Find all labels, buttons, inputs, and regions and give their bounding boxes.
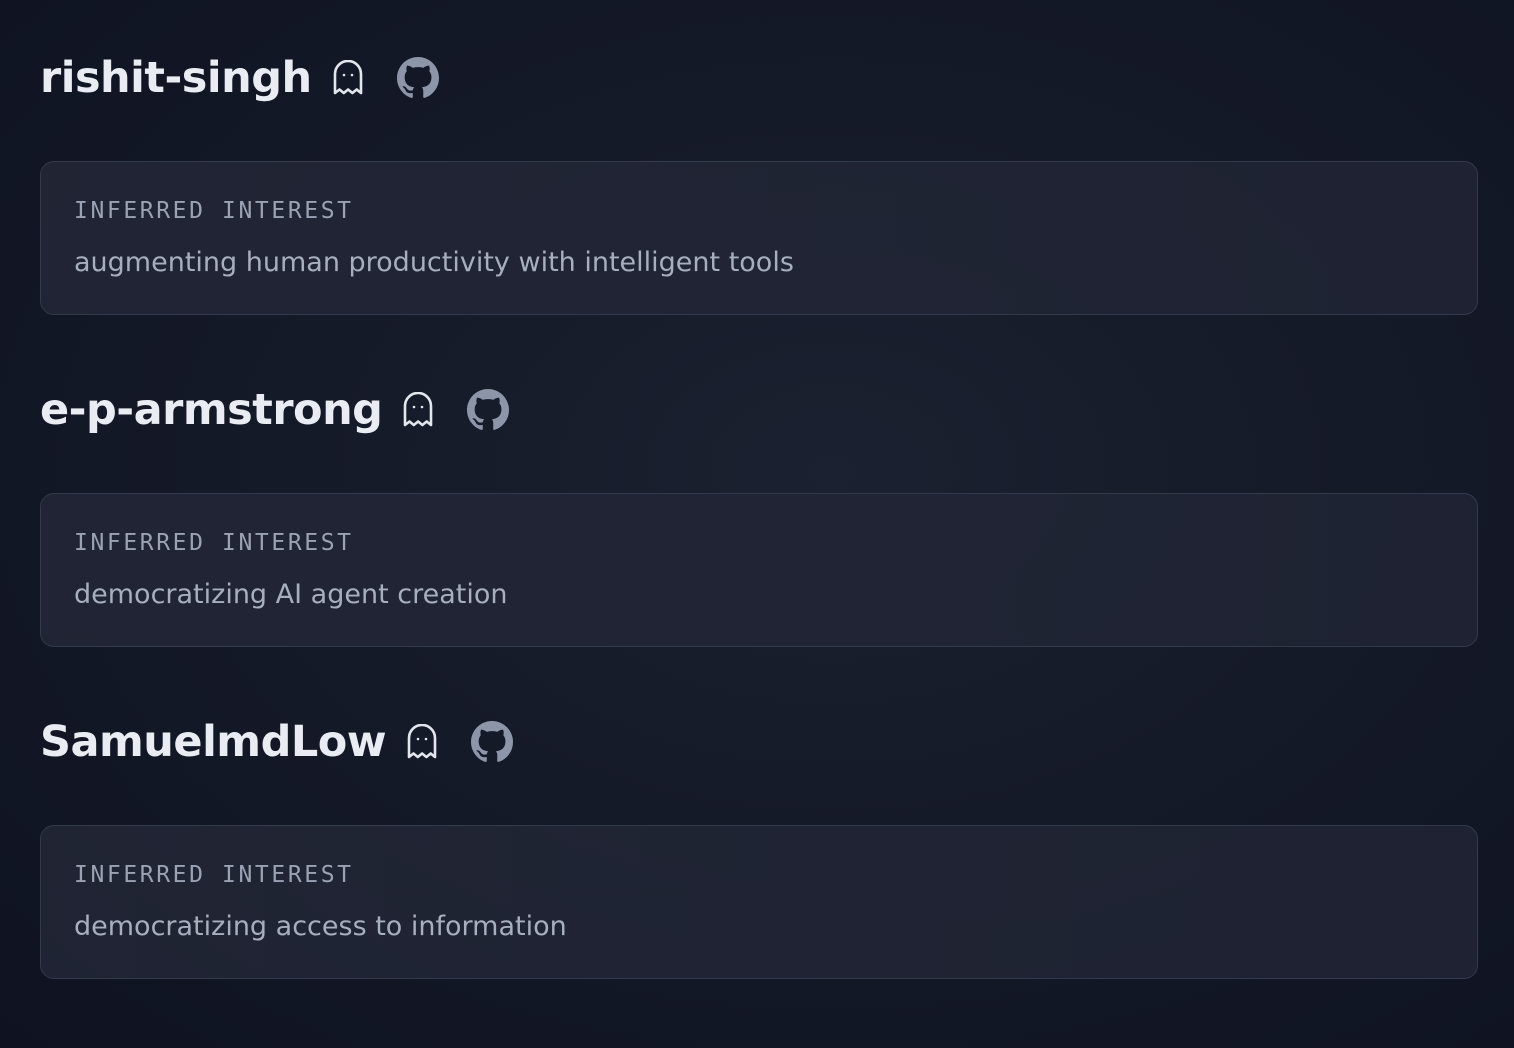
interest-text: democratizing access to information [74,911,567,942]
interest-card: INFERRED INTEREST democratizing access t… [40,825,1478,979]
interest-text: democratizing AI agent creation [74,579,508,610]
username: e-p-armstrong [40,385,383,435]
profile-section: SamuelmdLow INFERRED INTEREST democratiz… [40,712,1480,979]
username: SamuelmdLow [40,717,387,767]
profile-header: SamuelmdLow [40,712,1480,772]
profile-section: rishit-singh INFERRED INTEREST augmentin… [40,48,1480,315]
profile-header: rishit-singh [40,48,1480,108]
ghost-icon [332,60,364,96]
profile-section: e-p-armstrong INFERRED INTEREST democrat… [40,380,1480,647]
github-icon[interactable] [467,389,510,431]
username: rishit-singh [40,53,312,103]
github-icon[interactable] [471,721,514,763]
interest-card: INFERRED INTEREST democratizing AI agent… [40,493,1478,647]
ghost-icon [406,724,438,760]
interest-label: INFERRED INTEREST [74,530,354,556]
interest-label: INFERRED INTEREST [74,862,354,888]
profile-header: e-p-armstrong [40,380,1480,440]
interest-label: INFERRED INTEREST [74,198,354,224]
interest-card: INFERRED INTEREST augmenting human produ… [40,161,1478,315]
github-icon[interactable] [396,57,439,99]
ghost-icon [402,392,434,428]
interest-text: augmenting human productivity with intel… [74,247,794,278]
